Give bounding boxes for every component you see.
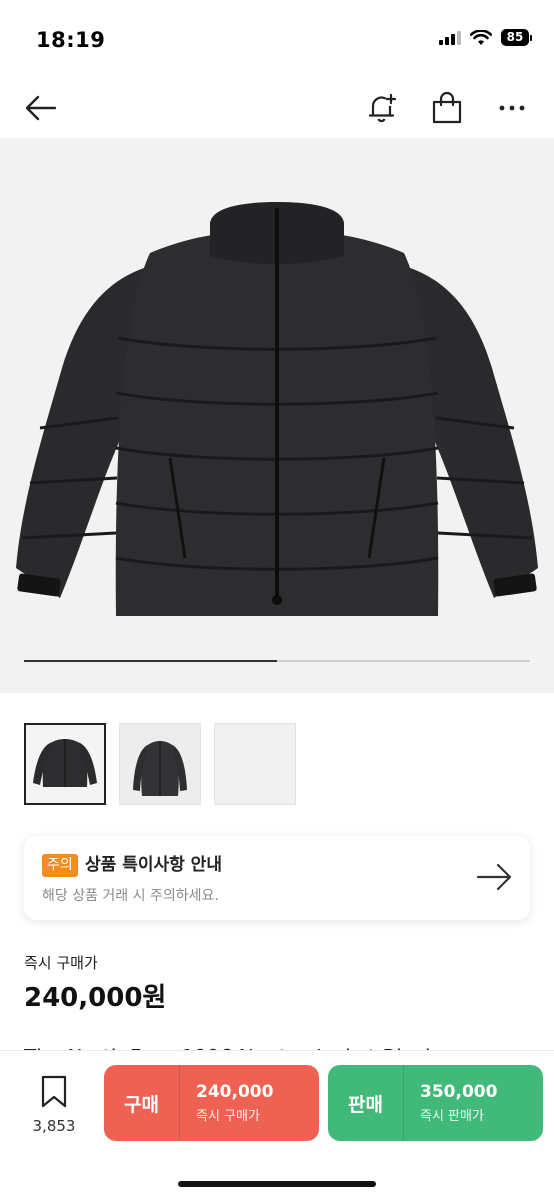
- jacket-model-thumbnail-image: [120, 724, 200, 804]
- sell-price: 350,000: [420, 1082, 498, 1102]
- arrow-left-icon: [25, 95, 57, 121]
- battery-icon: 85: [501, 29, 532, 46]
- sell-button[interactable]: 판매 350,000 즉시 판매가: [328, 1065, 543, 1141]
- notice-card[interactable]: 주의 상품 특이사항 안내 해당 상품 거래 시 주의하세요.: [24, 836, 530, 920]
- sell-label: 판매: [328, 1065, 404, 1141]
- status-icons: 85: [439, 29, 532, 46]
- thumbnail-2[interactable]: [119, 723, 201, 805]
- back-button[interactable]: [20, 88, 60, 128]
- bottom-action-bar: 3,853 구매 240,000 즉시 구매가 판매 350,000 즉시 판매…: [0, 1050, 554, 1200]
- carousel-progress: [24, 660, 530, 662]
- buy-button[interactable]: 구매 240,000 즉시 구매가: [104, 1065, 319, 1141]
- bell-plus-icon: [368, 93, 397, 123]
- sell-price-label: 즉시 판매가: [420, 1109, 484, 1124]
- thumbnail-strip: [24, 723, 296, 805]
- buy-price: 240,000: [196, 1082, 274, 1102]
- price-label: 즉시 구매가: [24, 954, 98, 972]
- status-bar: 18:19 85: [0, 0, 554, 80]
- bookmark-icon: [41, 1075, 67, 1108]
- cellular-signal-icon: [439, 30, 461, 45]
- home-indicator: [178, 1181, 376, 1187]
- shop-button[interactable]: [427, 88, 467, 128]
- alert-button[interactable]: [362, 88, 402, 128]
- wifi-icon: [470, 29, 492, 45]
- jacket-thumbnail-image: [26, 725, 104, 803]
- thumbnail-1[interactable]: [24, 723, 106, 805]
- buy-price-label: 즉시 구매가: [196, 1109, 260, 1124]
- thumbnail-3[interactable]: [214, 723, 296, 805]
- more-button[interactable]: [492, 88, 532, 128]
- jacket-image: [16, 202, 538, 616]
- price-value: 240,000원: [24, 983, 167, 1013]
- more-horizontal-icon: [499, 105, 525, 111]
- notice-subtitle: 해당 상품 거래 시 주의하세요.: [42, 888, 219, 904]
- notice-title: 상품 특이사항 안내: [85, 855, 222, 875]
- battery-level: 85: [501, 29, 529, 46]
- nav-bar: [0, 80, 554, 138]
- notice-badge: 주의: [42, 854, 78, 877]
- wishlist-count: 3,853: [32, 1117, 76, 1135]
- wishlist-button[interactable]: 3,853: [28, 1075, 80, 1135]
- carousel-progress-fill: [24, 660, 277, 662]
- arrow-right-icon: [476, 863, 512, 891]
- product-image-carousel[interactable]: [0, 138, 554, 693]
- buy-label: 구매: [104, 1065, 180, 1141]
- shopping-bag-icon: [432, 91, 462, 124]
- status-time: 18:19: [36, 28, 106, 52]
